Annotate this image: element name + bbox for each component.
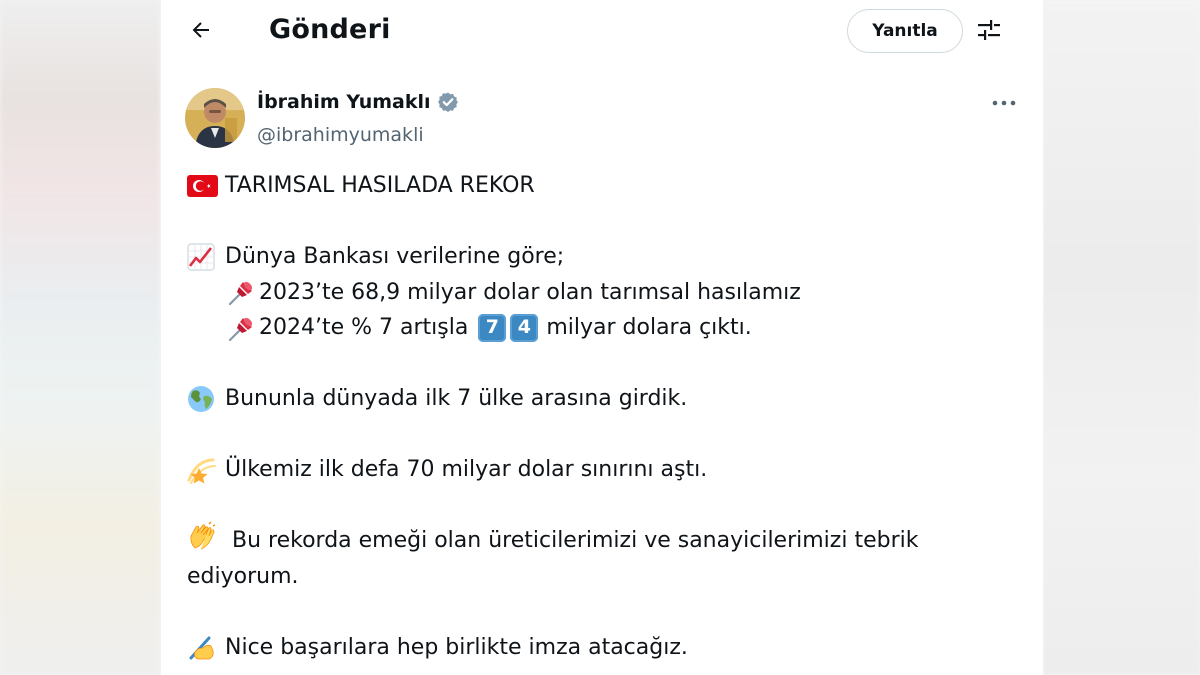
post-panel: Gönderi Yanıtla İbrahim Yumaklı @ibrahim… xyxy=(160,0,1044,675)
tweet-line: Nice başarılara hep birlikte imza atacağ… xyxy=(187,630,1007,666)
tweet-text: TARIMSAL HASILADA REKOR Dünya Bankası ve… xyxy=(187,168,1007,665)
author-name-text: İbrahim Yumaklı xyxy=(257,91,431,113)
tweet-line: Bununla dünyada ilk 7 ülke arasına girdi… xyxy=(187,381,1007,417)
dizzy-star-icon xyxy=(187,457,220,484)
writing-hand-icon xyxy=(187,634,220,660)
author-name[interactable]: İbrahim Yumaklı xyxy=(257,91,459,113)
tweet-line: TARIMSAL HASILADA REKOR xyxy=(187,168,1007,204)
keycap-seven-icon: 7 xyxy=(478,313,507,342)
verified-badge-icon xyxy=(437,91,459,113)
back-arrow-icon xyxy=(189,18,213,46)
tweet-line: 2024’te % 7 artışla 7 4 milyar dolara çı… xyxy=(187,310,1007,346)
pushpin-icon xyxy=(227,279,257,306)
background-left xyxy=(0,0,160,675)
more-button[interactable] xyxy=(989,90,1019,110)
more-icon xyxy=(992,91,1016,110)
header: Gönderi Yanıtla xyxy=(161,0,1043,64)
chart-increasing-icon xyxy=(187,243,220,271)
avatar[interactable] xyxy=(185,88,245,148)
clapping-hands-icon xyxy=(187,521,220,550)
globe-icon xyxy=(187,385,220,412)
author-row: İbrahim Yumaklı @ibrahimyumakli xyxy=(161,64,1043,152)
tweet-line: Ülkemiz ilk defa 70 milyar dolar sınırın… xyxy=(187,452,1007,488)
pushpin-icon xyxy=(227,315,257,341)
author-handle[interactable]: @ibrahimyumakli xyxy=(257,124,424,146)
background-right xyxy=(1042,0,1200,675)
back-button[interactable] xyxy=(183,14,219,50)
keycap-four-icon: 4 xyxy=(510,313,539,342)
tweet-line: Bu rekorda emeği olan üreticilerimizi ve… xyxy=(187,521,1007,594)
tweet-line: Dünya Bankası verilerine göre; xyxy=(187,239,1007,275)
filter-button[interactable] xyxy=(971,14,1007,50)
tweet-line: 2023’te 68,9 milyar dolar olan tarımsal … xyxy=(187,275,1007,311)
filter-icon xyxy=(976,17,1002,47)
turkey-flag-icon xyxy=(187,173,220,199)
page-title: Gönderi xyxy=(269,14,391,45)
reply-button[interactable]: Yanıtla xyxy=(847,9,963,53)
